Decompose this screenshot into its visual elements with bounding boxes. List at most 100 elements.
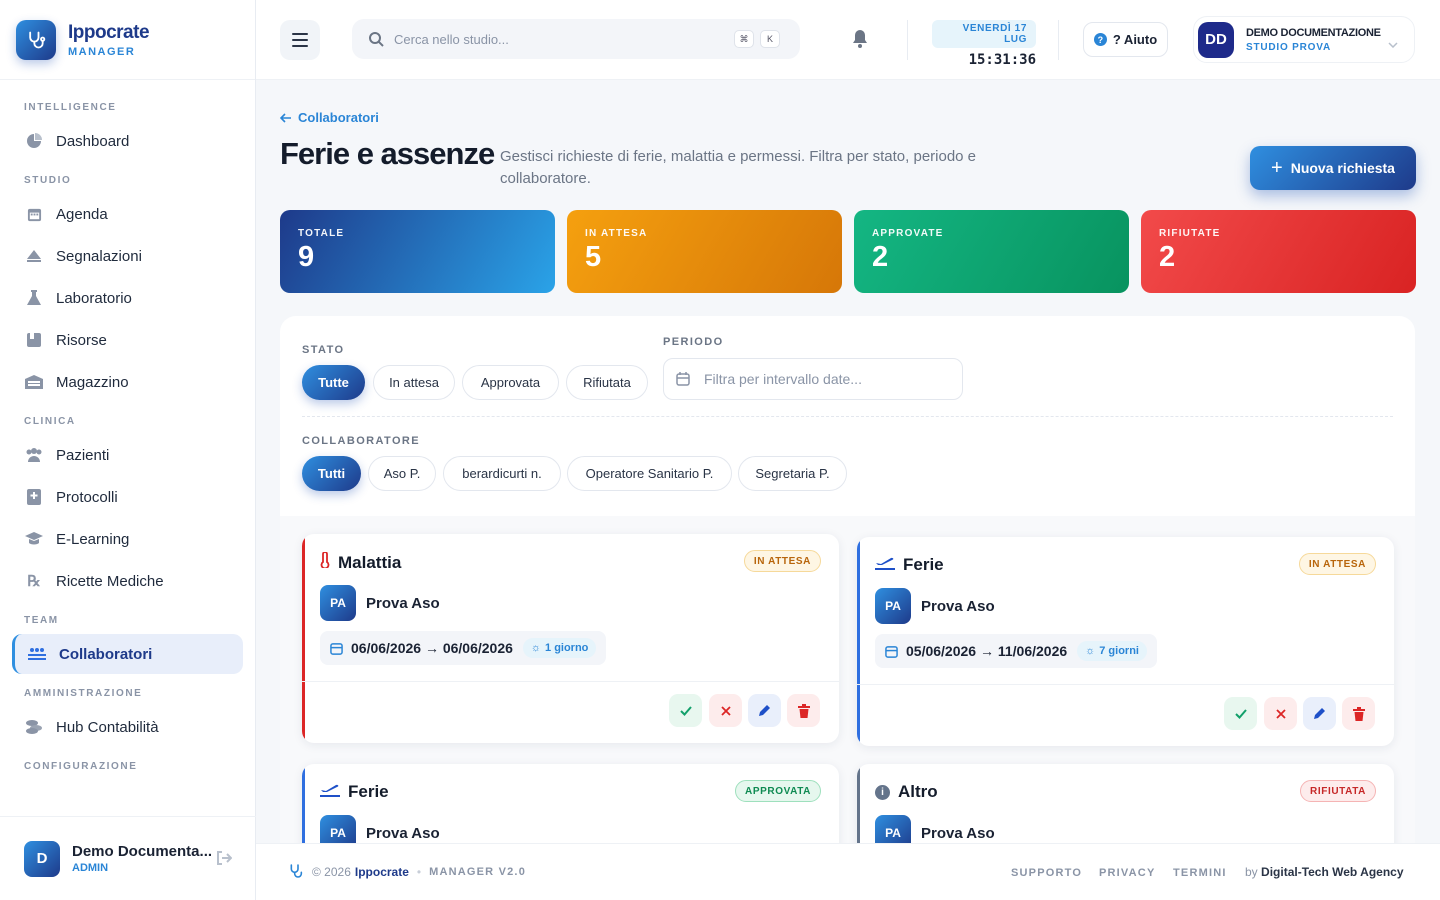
footer-credit-agency[interactable]: Digital-Tech Web Agency xyxy=(1261,865,1403,879)
calendar-icon xyxy=(885,645,898,658)
footer-version: MANAGER V2.0 xyxy=(429,866,527,878)
card-accent xyxy=(857,764,860,843)
notifications-bell-icon[interactable] xyxy=(852,30,868,53)
filter-chip-collab-tutti[interactable]: Tutti xyxy=(302,456,361,491)
card-actions xyxy=(857,684,1394,746)
sidebar-item-segnalazioni[interactable]: Segnalazioni xyxy=(12,236,243,276)
main-content: Collaboratori Ferie e assenze Gestisci r… xyxy=(256,80,1440,843)
approve-button[interactable] xyxy=(1224,697,1257,730)
page-subtitle: Gestisci richieste di ferie, malattia e … xyxy=(500,148,977,187)
help-label: ? Aiuto xyxy=(1112,32,1158,47)
sun-icon: ☼ xyxy=(1085,645,1096,657)
filter-chip-stato-tutte[interactable]: Tutte xyxy=(302,365,365,400)
sidebar-item-ricette-mediche[interactable]: ℞ Ricette Mediche xyxy=(12,561,243,601)
stat-card-rifiutate[interactable]: RIFIUTATE 2 xyxy=(1141,210,1416,293)
edit-button[interactable] xyxy=(1303,697,1336,730)
stat-card-in-attesa[interactable]: IN ATTESA 5 xyxy=(567,210,842,293)
close-icon xyxy=(720,705,731,716)
filter-chip-collab-segretaria[interactable]: Segretaria P. xyxy=(738,456,847,491)
breadcrumb-link[interactable]: Collaboratori xyxy=(298,110,379,125)
date-range-text: 05/06/2026 → 11/06/2026 xyxy=(906,643,1068,659)
date-range-input[interactable]: Filtra per intervallo date... xyxy=(663,358,963,400)
filter-chip-stato-rifiutata[interactable]: Rifiutata xyxy=(566,365,648,400)
filter-label-stato: STATO xyxy=(302,344,345,356)
person-name: Prova Aso xyxy=(366,824,440,842)
footer-copyright: © 2026 xyxy=(312,865,351,879)
trash-icon xyxy=(797,703,810,718)
nav-section-team: TEAM xyxy=(24,615,59,626)
stat-card-approvate[interactable]: APPROVATE 2 xyxy=(854,210,1129,293)
request-type: Ferie xyxy=(320,782,389,802)
request-type-label: Altro xyxy=(898,782,938,801)
stat-card-totale[interactable]: TOTALE 9 xyxy=(280,210,555,293)
filter-chip-stato-in-attesa[interactable]: In attesa xyxy=(373,365,455,400)
topbar-divider xyxy=(1058,20,1059,60)
prescription-icon: ℞ xyxy=(27,573,41,590)
filter-chip-collab-aso[interactable]: Aso P. xyxy=(368,456,436,491)
new-request-button[interactable]: + Nuova richiesta xyxy=(1250,146,1416,190)
account-menu[interactable]: DD DEMO DOCUMENTAZIONE STUDIO PROVA xyxy=(1193,16,1415,63)
request-person: PA Prova Aso xyxy=(875,588,995,624)
menu-toggle-button[interactable] xyxy=(280,20,320,60)
topbar-divider xyxy=(907,20,908,60)
footer-link-termini[interactable]: TERMINI xyxy=(1173,867,1227,879)
delete-button[interactable] xyxy=(787,694,820,727)
search-icon xyxy=(369,32,384,47)
question-icon: ? xyxy=(1093,33,1107,46)
request-type: Ferie xyxy=(875,555,944,575)
sidebar-user[interactable]: D Demo Documenta... ADMIN xyxy=(0,816,256,900)
status-badge: APPROVATA xyxy=(735,780,821,802)
request-card[interactable]: Malattia IN ATTESA PA Prova Aso 06/06/20… xyxy=(302,534,839,743)
footer-link-supporto[interactable]: SUPPORTO xyxy=(1011,867,1082,879)
date-range-text: 06/06/2026 → 06/06/2026 xyxy=(351,640,513,656)
sidebar-item-collaboratori[interactable]: Collaboratori xyxy=(12,634,243,674)
date-range: 06/06/2026 → 06/06/2026 ☼ 1 giorno xyxy=(320,631,607,665)
bell-alert-icon xyxy=(24,246,44,266)
filter-chip-collab-berardicurti[interactable]: berardicurti n. xyxy=(443,456,561,491)
request-card[interactable]: Ferie IN ATTESA PA Prova Aso 05/06/2026 … xyxy=(857,537,1394,746)
sidebar-item-agenda[interactable]: Agenda xyxy=(12,194,243,234)
sidebar-item-label: Protocolli xyxy=(56,488,118,506)
sidebar-item-label: Magazzino xyxy=(56,373,129,391)
calendar-icon xyxy=(330,642,343,655)
request-person: PA Prova Aso xyxy=(320,815,440,843)
avatar: PA xyxy=(875,588,911,624)
brand[interactable]: Ippocrate MANAGER xyxy=(0,0,255,80)
requests-list: Malattia IN ATTESA PA Prova Aso 06/06/20… xyxy=(280,516,1415,843)
reject-button[interactable] xyxy=(709,694,742,727)
thermometer-icon xyxy=(320,551,330,573)
sidebar-item-hub-contabilita[interactable]: Hub Contabilità xyxy=(12,707,243,747)
filter-chip-collab-operatore[interactable]: Operatore Sanitario P. xyxy=(567,456,732,491)
edit-button[interactable] xyxy=(748,694,781,727)
brand-name: Ippocrate xyxy=(68,21,150,43)
help-button[interactable]: ? ? Aiuto xyxy=(1083,22,1168,57)
filter-chip-stato-approvata[interactable]: Approvata xyxy=(462,365,559,400)
sidebar-item-e-learning[interactable]: E-Learning xyxy=(12,519,243,559)
footer-link-privacy[interactable]: PRIVACY xyxy=(1099,867,1155,879)
request-card[interactable]: i Altro RIFIUTATA PA Prova Aso xyxy=(857,764,1394,843)
sidebar-item-risorse[interactable]: Risorse xyxy=(12,320,243,360)
reject-button[interactable] xyxy=(1264,697,1297,730)
logout-icon[interactable] xyxy=(216,851,233,870)
sidebar-item-dashboard[interactable]: Dashboard xyxy=(12,121,243,161)
sidebar-item-magazzino[interactable]: Magazzino xyxy=(12,362,243,402)
sidebar-item-pazienti[interactable]: Pazienti xyxy=(12,435,243,475)
sidebar-item-protocolli[interactable]: Protocolli xyxy=(12,477,243,517)
card-accent xyxy=(302,764,305,843)
user-role: ADMIN xyxy=(72,862,109,874)
delete-button[interactable] xyxy=(1342,697,1375,730)
footer-separator: • xyxy=(416,865,422,879)
request-card[interactable]: Ferie APPROVATA PA Prova Aso xyxy=(302,764,839,843)
team-icon xyxy=(27,644,47,664)
days-badge: ☼ 1 giorno xyxy=(522,638,597,658)
search-input[interactable]: Cerca nello studio... ⌘ K xyxy=(352,19,800,59)
kbd-k: K xyxy=(760,30,780,48)
breadcrumb[interactable]: Collaboratori xyxy=(280,110,379,125)
kbd-cmd: ⌘ xyxy=(734,30,754,48)
sidebar-item-laboratorio[interactable]: Laboratorio xyxy=(12,278,243,318)
sidebar-item-label: Collaboratori xyxy=(59,645,153,663)
request-type-label: Ferie xyxy=(903,555,944,574)
approve-button[interactable] xyxy=(669,694,702,727)
avatar: DD xyxy=(1198,21,1234,58)
plus-icon: + xyxy=(1271,157,1283,179)
